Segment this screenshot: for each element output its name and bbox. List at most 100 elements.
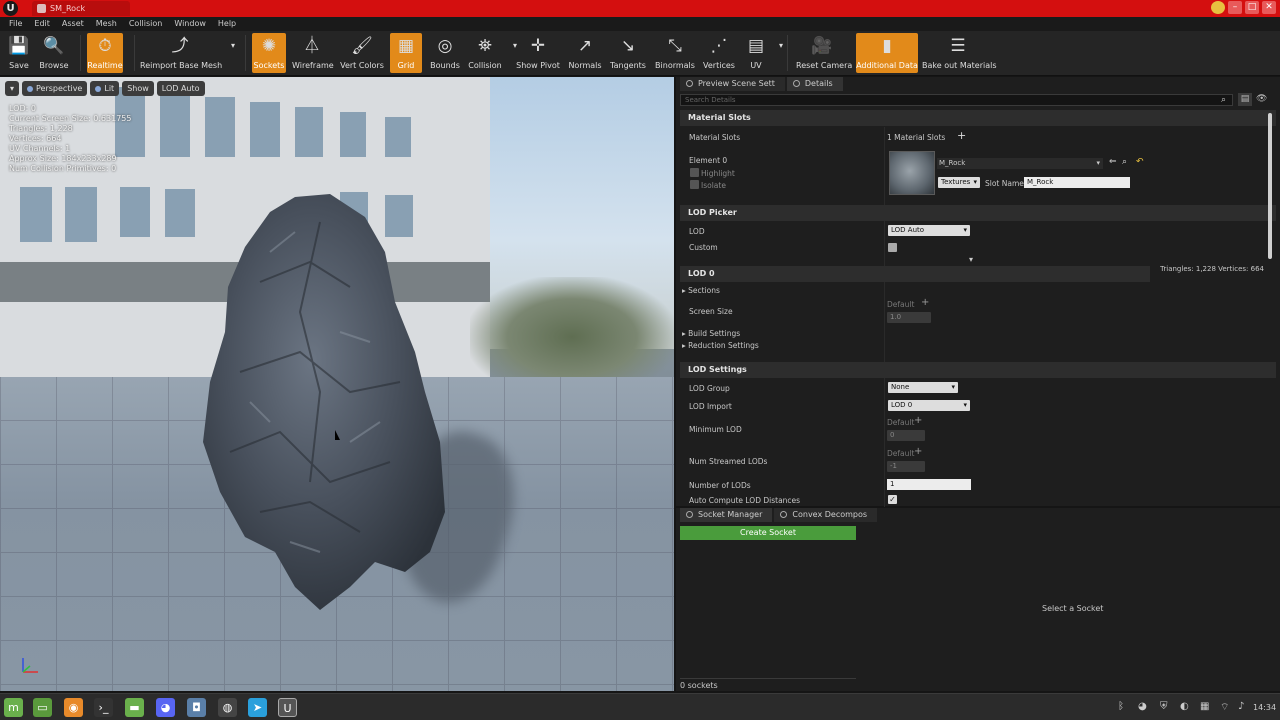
section-lod-settings[interactable]: LOD Settings — [680, 362, 1276, 378]
menu-help[interactable]: Help — [212, 17, 242, 31]
textures-dropdown[interactable]: Textures — [938, 177, 980, 188]
network-icon[interactable]: ⌔ — [1220, 701, 1229, 714]
asset-tab[interactable]: SM_Rock — [32, 1, 130, 16]
isolate-checkbox[interactable] — [690, 180, 699, 189]
unreal-taskbar-icon[interactable]: U — [278, 698, 297, 717]
lod-import-dropdown[interactable]: LOD 0 — [888, 400, 970, 411]
bake-out-materials-button[interactable]: ☰ Bake out Materials — [922, 33, 997, 73]
discord-icon[interactable]: ◕ — [156, 698, 175, 717]
bluetooth-icon[interactable]: ᛒ — [1118, 701, 1124, 712]
discord-tray-icon[interactable]: ◕ — [1138, 701, 1147, 712]
sockets-button[interactable]: ✺ Sockets — [252, 33, 286, 73]
grid-button[interactable]: ▦ Grid — [390, 33, 422, 73]
reimport-dropdown[interactable]: ▾ — [222, 33, 236, 73]
lod-auto-button[interactable]: LOD Auto — [156, 81, 205, 96]
viewport-options-dropdown[interactable]: ▾ — [5, 81, 20, 96]
menu-asset[interactable]: Asset — [56, 17, 90, 31]
eye-icon[interactable]: 👁 — [1256, 94, 1267, 104]
status-icon[interactable]: ◐ — [1180, 701, 1189, 712]
mesh-viewport[interactable]: ▾ Perspective Lit Show LOD Auto LOD: 0 C… — [0, 77, 674, 691]
wireframe-button[interactable]: ⏃ Wireframe — [292, 33, 334, 73]
files-icon[interactable]: ▬ — [125, 698, 144, 717]
lit-button[interactable]: Lit — [90, 81, 120, 96]
uv-dropdown[interactable]: ▾ — [770, 33, 783, 73]
tab-details[interactable]: Details — [786, 77, 843, 91]
shield-icon[interactable]: ⛨ — [1160, 701, 1168, 712]
menu-file[interactable]: File — [3, 17, 28, 31]
browse-asset-icon[interactable]: ⌕ — [1122, 157, 1127, 167]
add-override-icon[interactable]: + — [921, 297, 929, 308]
slot-name-input[interactable]: M_Rock — [1024, 177, 1130, 188]
vertices-button[interactable]: ⋰ Vertices — [702, 33, 736, 73]
clock[interactable]: 14:34 — [1253, 703, 1276, 712]
browse-button[interactable]: 🔍 Browse — [36, 33, 72, 73]
highlight-checkbox[interactable] — [690, 168, 699, 177]
lod-picker-dropdown[interactable]: LOD Auto — [888, 225, 970, 236]
realtime-button[interactable]: ⏱ Realtime — [87, 33, 123, 73]
show-button[interactable]: Show — [122, 81, 154, 96]
reimport-base-mesh-button[interactable]: ⤴ Reimport Base Mesh — [140, 33, 222, 73]
auto-compute-checkbox[interactable]: ✓ — [888, 495, 897, 504]
minimum-lod-field[interactable]: 0 — [887, 430, 925, 441]
num-streamed-lods-field[interactable]: -1 — [887, 461, 925, 472]
sections-expander[interactable]: ▸ Sections — [682, 286, 720, 295]
reduction-settings-expander[interactable]: ▸ Reduction Settings — [682, 341, 759, 350]
build-settings-expander[interactable]: ▸ Build Settings — [682, 329, 740, 338]
screen-size-field[interactable]: 1.0 — [887, 312, 931, 323]
obs-icon[interactable]: ◍ — [218, 698, 237, 717]
normals-button[interactable]: ↗ Normals — [566, 33, 604, 73]
firefox-icon[interactable]: ◉ — [64, 698, 83, 717]
section-lod-0[interactable]: LOD 0 — [680, 266, 1150, 282]
mint-menu-icon[interactable]: m — [4, 698, 23, 717]
use-selected-arrow-icon[interactable]: ⇐ — [1109, 157, 1117, 167]
bounds-button[interactable]: ◎ Bounds — [428, 33, 462, 73]
flag-icon[interactable]: ▦ — [1200, 701, 1209, 712]
uv-button[interactable]: ▤ UV — [742, 33, 770, 73]
tab-preview-scene-settings[interactable]: Preview Scene Sett — [680, 77, 785, 91]
menu-window[interactable]: Window — [168, 17, 212, 31]
add-override-icon[interactable]: + — [914, 446, 922, 457]
reset-to-default-icon[interactable]: ↶ — [1136, 157, 1144, 167]
add-override-icon[interactable]: + — [914, 415, 922, 426]
binormals-button[interactable]: ⤡ Binormals — [654, 33, 696, 73]
add-material-slot-icon[interactable]: + — [957, 129, 966, 142]
tangents-button[interactable]: ↘ Tangents — [608, 33, 648, 73]
tab-socket-manager[interactable]: Socket Manager — [680, 508, 773, 522]
section-material-slots[interactable]: Material Slots — [680, 110, 1276, 126]
search-details-input[interactable]: Search Details — [680, 94, 1233, 106]
custom-checkbox[interactable] — [888, 243, 897, 252]
perspective-button[interactable]: Perspective — [22, 81, 88, 96]
minimize-button[interactable]: – — [1228, 1, 1242, 14]
vert-colors-button[interactable]: 🖌 Vert Colors — [340, 33, 384, 73]
collision-button[interactable]: ⛯ Collision — [466, 33, 504, 73]
tab-convex-decomposition[interactable]: Convex Decompos — [774, 508, 878, 522]
maximize-button[interactable]: □ — [1245, 1, 1259, 14]
close-button[interactable]: ✕ — [1262, 1, 1276, 14]
create-socket-button[interactable]: Create Socket — [680, 526, 856, 540]
additional-data-button[interactable]: ▮ Additional Data — [856, 33, 918, 73]
reset-camera-button[interactable]: 🎥 Reset Camera — [796, 33, 852, 73]
collision-dropdown[interactable]: ▾ — [504, 33, 517, 73]
table-view-icon[interactable]: ▤ — [1238, 93, 1252, 106]
show-desktop-icon[interactable]: ▭ — [33, 698, 52, 717]
telegram-icon[interactable]: ➤ — [248, 698, 267, 717]
material-thumbnail[interactable] — [889, 151, 935, 195]
notification-icon[interactable] — [1211, 1, 1225, 14]
rock-mesh[interactable] — [200, 192, 450, 612]
save-button[interactable]: 💾 Save — [4, 33, 34, 73]
menu-collision[interactable]: Collision — [123, 17, 169, 31]
volume-icon[interactable]: ♪ — [1238, 701, 1244, 712]
number-of-lods-field[interactable]: 1 — [887, 479, 971, 490]
lod-group-dropdown[interactable]: None — [888, 382, 958, 393]
section-lod-picker[interactable]: LOD Picker — [680, 205, 1276, 221]
app-icon[interactable]: ◘ — [187, 698, 206, 717]
menu-edit[interactable]: Edit — [28, 17, 56, 31]
terminal-icon[interactable]: ›_ — [94, 698, 113, 717]
unreal-logo-icon[interactable]: U — [3, 1, 18, 16]
material-asset-picker[interactable]: M_Rock ▾ — [937, 158, 1103, 169]
details-scrollbar[interactable] — [1268, 113, 1272, 259]
expand-arrow-icon[interactable]: ▾ — [969, 255, 973, 264]
show-pivot-button[interactable]: ✛ Show Pivot — [516, 33, 560, 73]
menu-mesh[interactable]: Mesh — [90, 17, 123, 31]
search-icon[interactable]: ⌕ — [1221, 95, 1232, 105]
